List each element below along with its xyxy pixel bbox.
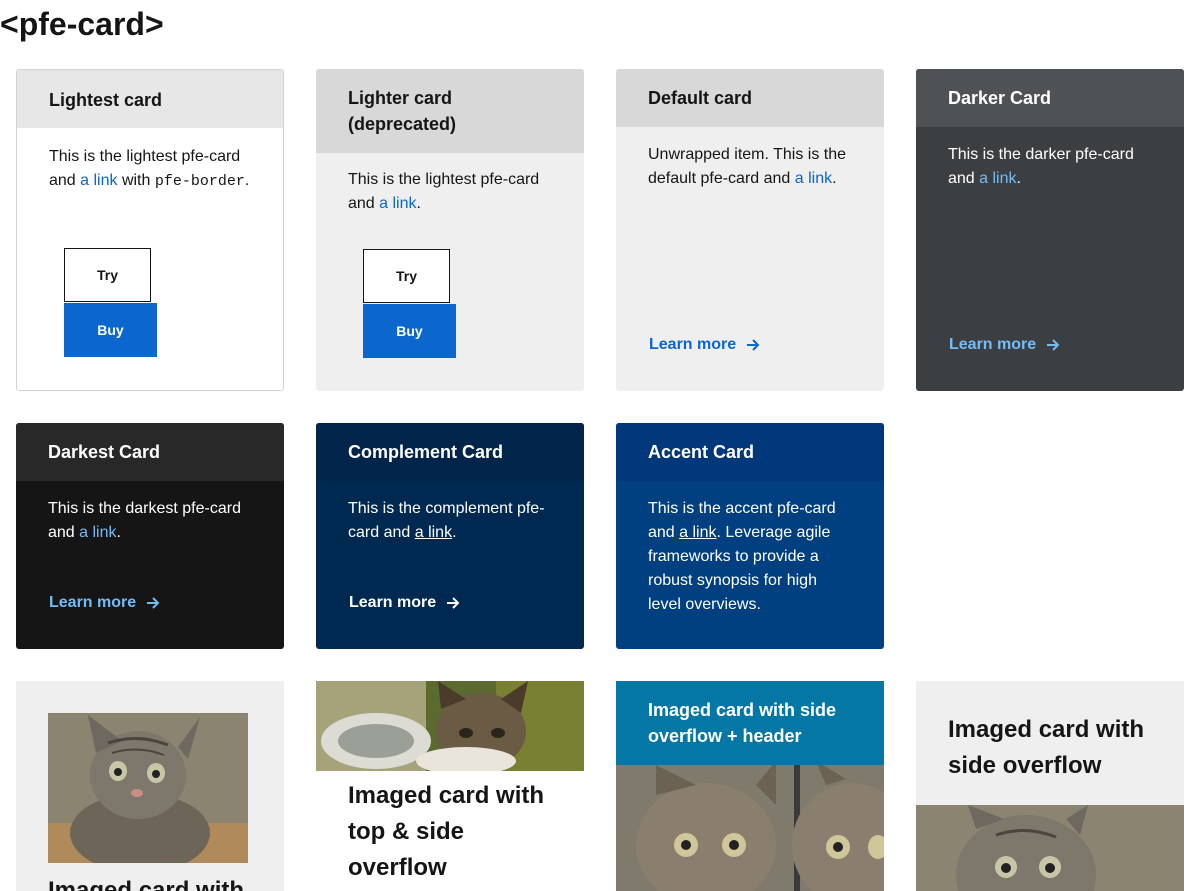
arrow-right-icon xyxy=(747,339,760,351)
kitten-image xyxy=(48,713,248,863)
body-text: . xyxy=(416,195,421,212)
learn-more-link[interactable]: Learn more xyxy=(949,336,1060,354)
arrow-right-icon xyxy=(147,597,160,609)
card-header: Default card xyxy=(616,69,884,127)
learn-more-link[interactable]: Learn more xyxy=(649,336,760,354)
card-link[interactable]: a link xyxy=(795,170,832,187)
imaged-card-top-side-overflow: Imaged card with top & side overflow xyxy=(316,681,584,891)
lightest-card: Lightest card This is the lightest pfe-c… xyxy=(16,69,284,391)
card-link[interactable]: a link xyxy=(80,172,117,189)
card-link[interactable]: a link xyxy=(79,524,116,541)
card-body: Unwrapped item. This is the default pfe-… xyxy=(616,127,884,191)
kitten-image xyxy=(616,765,884,891)
card-header: Lighter card (deprecated) xyxy=(316,69,584,153)
imaged-card-side-overflow-header: Imaged card with side overflow + header xyxy=(616,681,884,891)
kitten-image xyxy=(916,805,1184,891)
body-text: . xyxy=(1016,170,1021,187)
card-body: This is the lightest pfe-card and a link… xyxy=(17,128,283,194)
body-text: . xyxy=(116,524,121,541)
complement-card: Complement Card This is the complement p… xyxy=(316,423,584,649)
accent-card: Accent Card This is the accent pfe-card … xyxy=(616,423,884,649)
kitten-image xyxy=(316,681,584,771)
darkest-card: Darkest Card This is the darkest pfe-car… xyxy=(16,423,284,649)
card-header: Accent Card xyxy=(616,423,884,481)
imaged-card-side-overflow: Imaged card with side overflow xyxy=(916,681,1184,891)
card-link[interactable]: a link xyxy=(379,195,416,212)
card-link[interactable]: a link xyxy=(415,524,452,541)
body-text: This is the darkest pfe-card and xyxy=(48,500,241,541)
page-title: <pfe-card> xyxy=(0,6,164,42)
card-header: Imaged card with side overflow + header xyxy=(616,681,884,765)
card-header: Darkest Card xyxy=(16,423,284,481)
body-text: with xyxy=(117,172,155,189)
darker-card: Darker Card This is the darker pfe-card … xyxy=(916,69,1184,391)
learn-more-link[interactable]: Learn more xyxy=(49,594,160,612)
card-title: Imaged card with top & side overflow xyxy=(348,782,545,881)
card-body: This is the lightest pfe-card and a link… xyxy=(316,153,584,216)
learn-more-label: Learn more xyxy=(949,336,1037,353)
learn-more-label: Learn more xyxy=(649,336,737,353)
try-button[interactable]: Try xyxy=(363,249,450,303)
card-header: Darker Card xyxy=(916,69,1184,127)
imaged-card: Imaged card with xyxy=(16,681,284,891)
card-body: This is the darkest pfe-card and a link. xyxy=(16,481,284,545)
card-link[interactable]: a link xyxy=(679,524,716,541)
buy-button[interactable]: Buy xyxy=(363,304,456,358)
card-title: Imaged card with xyxy=(48,877,245,891)
card-link[interactable]: a link xyxy=(979,170,1016,187)
learn-more-link[interactable]: Learn more xyxy=(349,594,460,612)
card-header: Complement Card xyxy=(316,423,584,481)
learn-more-label: Learn more xyxy=(349,594,437,611)
buy-button[interactable]: Buy xyxy=(64,303,157,357)
body-text: . xyxy=(832,170,837,187)
card-header: Lightest card xyxy=(17,70,283,128)
learn-more-label: Learn more xyxy=(49,594,137,611)
arrow-right-icon xyxy=(447,597,460,609)
default-card: Default card Unwrapped item. This is the… xyxy=(616,69,884,391)
card-body: This is the darker pfe-card and a link. xyxy=(916,127,1184,191)
body-text: This is the lightest pfe-card and xyxy=(348,171,540,212)
card-body: This is the accent pfe-card and a link. … xyxy=(616,481,884,617)
arrow-right-icon xyxy=(1047,339,1060,351)
code-text: pfe-border xyxy=(154,173,245,190)
body-text: . xyxy=(244,172,250,189)
body-text: This is the darker pfe-card and xyxy=(948,146,1134,187)
lighter-card: Lighter card (deprecated) This is the li… xyxy=(316,69,584,391)
body-text: . xyxy=(452,524,457,541)
try-button[interactable]: Try xyxy=(64,248,151,302)
card-body: This is the complement pfe-card and a li… xyxy=(316,481,584,545)
card-title: Imaged card with side overflow xyxy=(948,716,1145,779)
